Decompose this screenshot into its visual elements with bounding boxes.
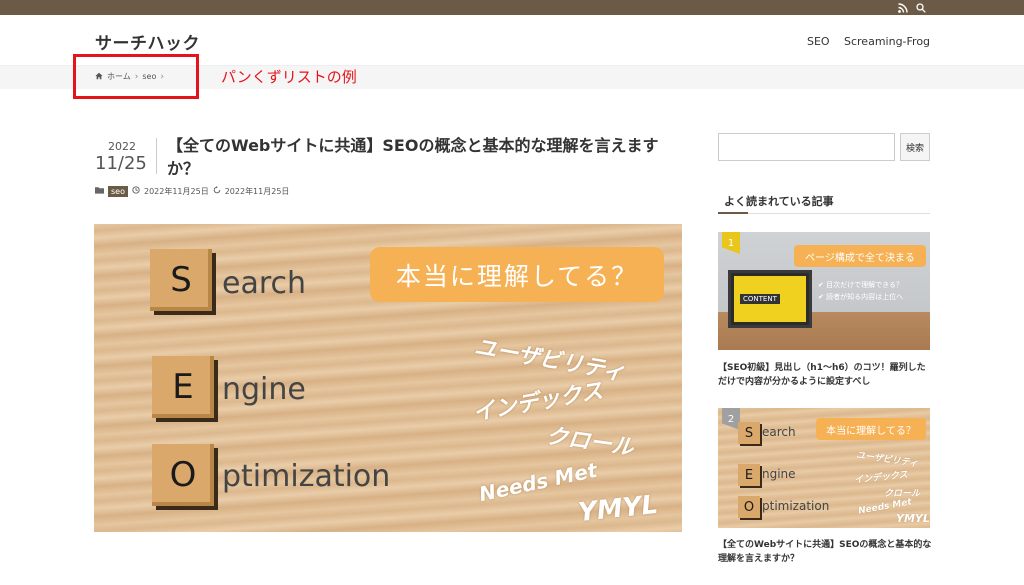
hero-handwriting: クロール — [544, 423, 635, 461]
post-meta: seo 2022年11月25日 2022年11月25日 — [95, 186, 289, 197]
thumb-word: earch — [762, 425, 796, 439]
clock-icon — [132, 186, 140, 197]
nav-item-seo[interactable]: SEO — [807, 35, 830, 48]
laptop-illustration: CONTENT — [728, 270, 812, 328]
thumb-word: ptimization — [762, 499, 830, 513]
category-badge[interactable]: seo — [108, 186, 128, 197]
post-title: 【全てのWebサイトに共通】SEOの概念と基本的な理解を言えますか？ — [167, 136, 659, 178]
letter-tile: O — [152, 444, 214, 506]
annotation-box — [73, 54, 199, 99]
top-bar — [0, 0, 1024, 15]
nav-item-screaming-frog[interactable]: Screaming-Frog — [844, 35, 930, 48]
hero-word: ngine — [222, 372, 306, 407]
thumb-content-label: CONTENT — [740, 294, 780, 304]
hero-handwriting: インデックス — [471, 378, 605, 427]
annotation-label: パンくずリストの例 — [221, 68, 357, 86]
thumb-handwriting: ユーザビリティ — [855, 450, 919, 470]
search-icon[interactable] — [914, 1, 927, 14]
popular-thumb-1[interactable]: 1 ページ構成で全て決まる CONTENT ✔ 目次だけで理解できる？ ✔ 読者… — [718, 232, 930, 350]
post-year: 2022 — [108, 140, 136, 153]
popular-title-2[interactable]: 【全てのWebサイトに共通】SEOの概念と基本的な理解を言えますか？ — [718, 538, 932, 566]
site-title[interactable]: サーチハック — [95, 29, 200, 54]
letter-tile: E — [152, 356, 214, 418]
thumb-handwriting: インデックス — [853, 470, 909, 486]
hero-image: S earch E ngine O ptimization 本当に理解してる？ … — [94, 224, 682, 532]
popular-thumb-2[interactable]: 2 本当に理解してる？ S earch E ngine O ptimizatio… — [718, 408, 930, 528]
hero-word: earch — [222, 266, 307, 301]
hero-handwriting: YMYL — [576, 489, 660, 529]
hero-pill: 本当に理解してる？ — [370, 247, 664, 302]
thumb-handwriting: クロール — [884, 489, 921, 499]
letter-tile: S — [150, 249, 212, 311]
refresh-icon — [213, 186, 221, 197]
folder-icon — [95, 186, 104, 197]
letter-tile: E — [738, 464, 760, 486]
hero-word: ptimization — [222, 459, 391, 494]
post-day: 11/25 — [95, 153, 147, 174]
rss-icon[interactable] — [896, 1, 909, 14]
thumb-handwriting: YMYL — [896, 512, 930, 525]
thumb-word: ngine — [762, 467, 796, 481]
date-divider — [156, 138, 157, 174]
widget-title: よく読まれている記事 — [718, 186, 930, 214]
letter-tile: S — [738, 422, 760, 444]
thumb-line: ✔ 目次だけで理解できる？ — [818, 281, 903, 289]
updated-date: 2022年11月25日 — [224, 187, 290, 196]
letter-tile: O — [738, 496, 760, 518]
laptop-screen: CONTENT — [734, 276, 806, 322]
rank-badge: 1 — [722, 232, 740, 254]
thumb-line: ✔ 読者が知る内容は上位へ — [818, 293, 904, 301]
popular-title-1[interactable]: 【SEO初級】見出し（h1〜h6）のコツ！羅列しただけで内容が分かるように設定す… — [718, 361, 932, 389]
search-button[interactable]: 検索 — [900, 133, 930, 161]
hero-handwriting: ユーザビリティ — [472, 334, 627, 386]
thumb-pill: 本当に理解してる？ — [816, 418, 926, 440]
published-date: 2022年11月25日 — [143, 187, 209, 196]
thumb-pill: ページ構成で全て決まる — [794, 245, 926, 267]
search-input[interactable] — [718, 133, 895, 161]
